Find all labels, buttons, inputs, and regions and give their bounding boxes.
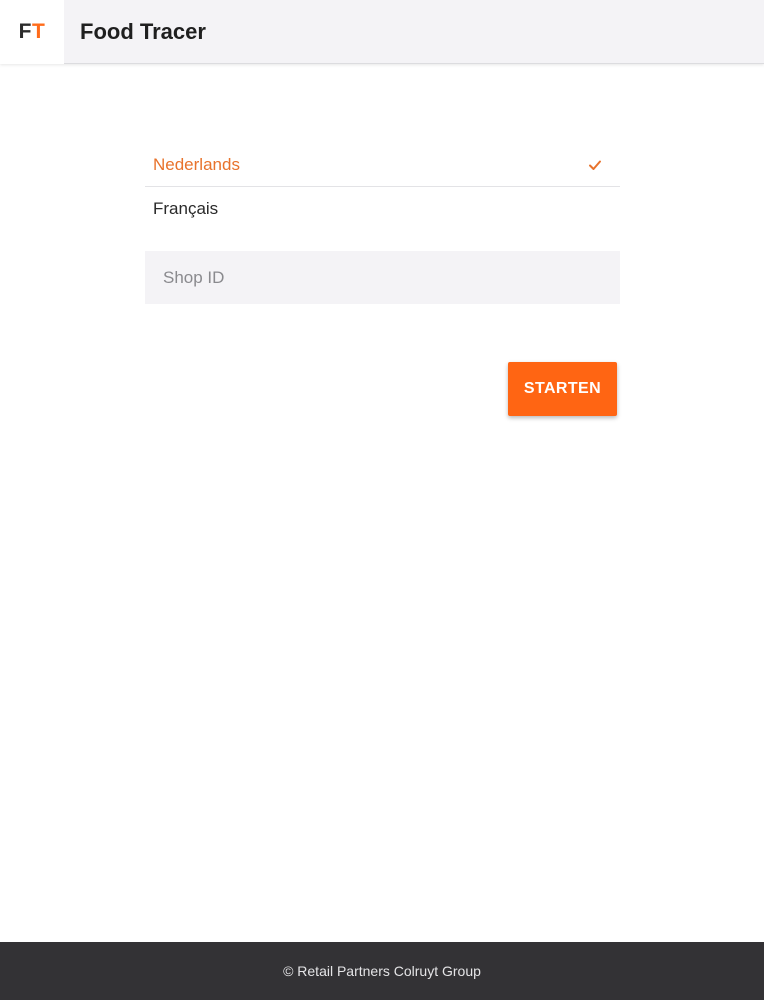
- app-logo: FT: [0, 0, 64, 64]
- start-button[interactable]: STARTEN: [508, 362, 617, 416]
- shop-id-input[interactable]: [145, 251, 620, 304]
- language-label: Nederlands: [153, 154, 240, 174]
- language-list: Nederlands Français: [145, 143, 620, 231]
- logo-letter-t: T: [32, 19, 46, 43]
- app-root: FT Food Tracer Nederlands Français START…: [0, 0, 764, 1000]
- copyright-text: © Retail Partners Colruyt Group: [283, 963, 481, 979]
- app-footer: © Retail Partners Colruyt Group: [0, 942, 764, 1000]
- app-title: Food Tracer: [80, 18, 206, 44]
- language-option-francais[interactable]: Français: [145, 187, 620, 231]
- language-option-nederlands[interactable]: Nederlands: [145, 143, 620, 187]
- app-header: FT Food Tracer: [0, 0, 764, 64]
- check-icon: [589, 160, 601, 170]
- logo-letter-f: F: [18, 19, 32, 43]
- language-label: Français: [153, 199, 219, 218]
